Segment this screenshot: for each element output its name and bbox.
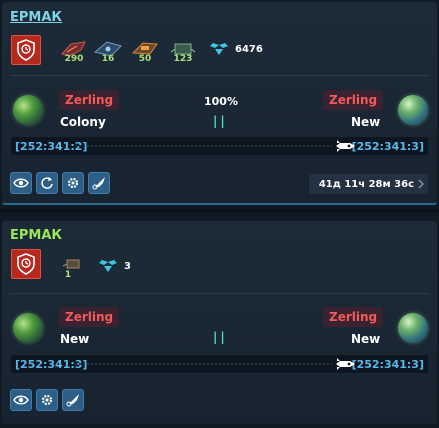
gear-icon: [67, 177, 79, 189]
target-player-tag[interactable]: Zerling: [323, 90, 384, 110]
fleet-card: ЕРМАК 290 16 50 123 6476 Zerling Colony …: [2, 2, 437, 205]
pause-indicator: ||: [213, 114, 228, 128]
progress-percent: 100%: [204, 95, 238, 108]
fleet-speed: 3: [98, 259, 131, 273]
fleet-name-link[interactable]: ЕРМАК: [10, 10, 62, 25]
ship-count: 290: [64, 54, 84, 64]
ship-count: 123: [173, 54, 193, 64]
colonize-mission-icon: [11, 249, 41, 279]
rocket-icon: [336, 358, 355, 370]
timer-value: 41д 11ч 28м 36с: [318, 178, 414, 190]
settings-button[interactable]: [62, 172, 84, 194]
fleet-card: ЕРМАК 1 3 Zerling New || Zerling New [25…: [2, 221, 437, 424]
return-button[interactable]: [36, 172, 58, 194]
speed-value: 6476: [235, 43, 263, 55]
fleet-actions: [10, 389, 84, 411]
route-progress: [75, 363, 332, 365]
colonize-mission-icon: [11, 35, 41, 65]
eye-icon: [13, 178, 29, 188]
ship-count: 1: [64, 270, 72, 280]
origin-planet[interactable]: [13, 313, 43, 343]
divider: [10, 293, 429, 294]
target-coords-link[interactable]: [252:341:3]: [352, 140, 424, 153]
target-type-label: New: [351, 115, 381, 129]
view-button[interactable]: [10, 172, 32, 194]
rocket-icon: [336, 140, 355, 152]
speed-wings-icon: [99, 260, 117, 272]
divider: [10, 75, 429, 76]
route-progress: [75, 145, 332, 147]
launch-button[interactable]: [88, 172, 110, 194]
card-separator: [0, 209, 439, 212]
fleet-name-link[interactable]: ЕРМАК: [10, 228, 62, 243]
origin-type-label: Colony: [60, 115, 106, 129]
route-track: [252:341:3] [252:341:3]: [11, 355, 428, 373]
pause-indicator: ||: [213, 330, 228, 344]
target-player-tag[interactable]: Zerling: [323, 307, 384, 327]
target-type-label: New: [351, 332, 381, 346]
target-planet[interactable]: [398, 313, 428, 343]
fleet-actions: [10, 172, 110, 194]
settings-button[interactable]: [36, 389, 58, 411]
ship-count: 16: [101, 54, 115, 64]
chevron-right-icon: [418, 179, 424, 189]
target-planet[interactable]: [398, 95, 428, 125]
fleet-speed: 6476: [209, 42, 263, 56]
origin-planet[interactable]: [13, 95, 43, 125]
speed-wings-icon: [210, 43, 228, 55]
rocket-launch-icon: [92, 177, 105, 190]
launch-button[interactable]: [62, 389, 84, 411]
target-coords-link[interactable]: [252:341:3]: [352, 358, 424, 371]
origin-player-tag[interactable]: Zerling: [59, 307, 120, 327]
ship-count: 50: [138, 54, 152, 64]
return-icon: [41, 177, 53, 189]
route-track: [252:341:2] [252:341:3]: [11, 137, 428, 155]
rocket-launch-icon: [66, 394, 79, 407]
view-button[interactable]: [10, 389, 32, 411]
arrival-timer[interactable]: 41д 11ч 28м 36с: [308, 174, 428, 194]
gear-icon: [41, 394, 53, 406]
origin-player-tag[interactable]: Zerling: [59, 90, 120, 110]
eye-icon: [13, 395, 29, 405]
origin-type-label: New: [60, 332, 90, 346]
speed-value: 3: [124, 260, 131, 272]
